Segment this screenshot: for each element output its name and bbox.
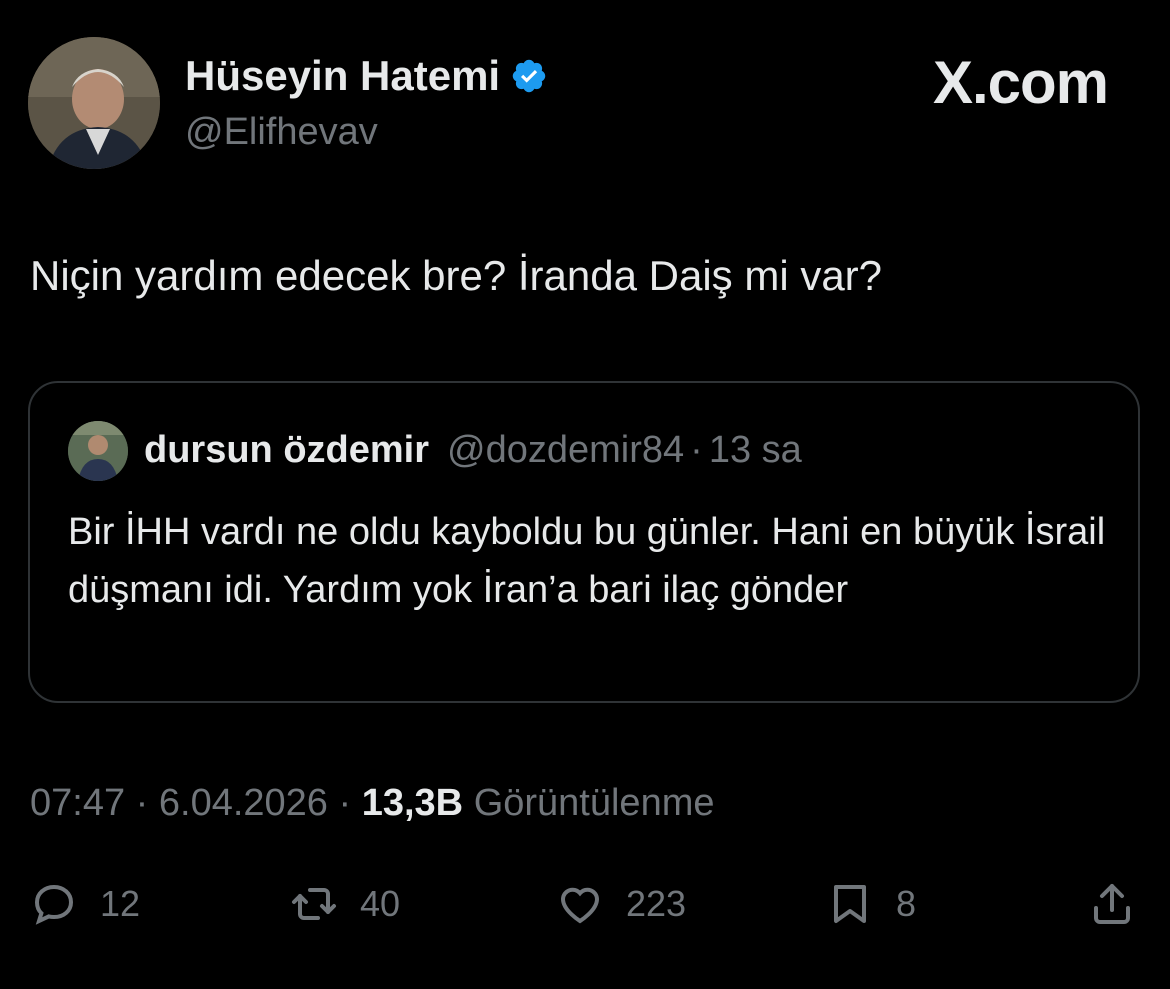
retweet-icon	[292, 888, 336, 920]
like-icon	[560, 887, 600, 924]
meta-separator: ·	[327, 782, 362, 824]
quoted-header: dursun özdemir @dozdemir84 · 13 sa	[144, 429, 802, 472]
quoted-author-handle[interactable]: @dozdemir84	[447, 429, 684, 472]
like-button[interactable]: 223	[556, 878, 686, 930]
quoted-author-name[interactable]: dursun özdemir	[144, 429, 429, 472]
author-name-row: Hüseyin Hatemi	[185, 52, 548, 100]
like-count: 223	[626, 883, 687, 924]
reply-count: 12	[100, 883, 141, 924]
verified-badge-icon	[512, 59, 546, 93]
share-button[interactable]	[1088, 878, 1136, 930]
tweet-text: Niçin yardım edecek bre? İranda Daiş mi …	[30, 252, 883, 299]
author-handle[interactable]: @Elifhevav	[185, 111, 378, 154]
author-display-name[interactable]: Hüseyin Hatemi	[185, 52, 500, 100]
retweet-count: 40	[360, 883, 401, 924]
bookmark-icon	[834, 885, 866, 923]
author-avatar[interactable]	[28, 37, 160, 169]
views-label: Görüntülenme	[473, 782, 715, 824]
share-icon	[1094, 884, 1130, 924]
quoted-tweet-card[interactable]: dursun özdemir @dozdemir84 · 13 sa Bir İ…	[28, 381, 1140, 703]
tweet-date[interactable]: 6.04.2026	[159, 782, 328, 824]
brand-logo: X.com	[932, 49, 1109, 116]
quoted-author-avatar[interactable]	[68, 421, 128, 481]
tweet-time[interactable]: 07:47	[30, 782, 125, 824]
quoted-timestamp[interactable]: 13 sa	[709, 429, 802, 472]
reply-button[interactable]: 12	[30, 878, 140, 930]
tweet-meta: 07:47 · 6.04.2026 · 13,3B Görüntülenme	[30, 782, 715, 825]
views-count: 13,3B	[361, 782, 464, 824]
reply-icon	[34, 884, 74, 925]
meta-separator: ·	[125, 782, 159, 824]
bookmark-button[interactable]: 8	[826, 878, 916, 930]
retweet-button[interactable]: 40	[290, 878, 400, 930]
quoted-separator: ·	[690, 429, 703, 471]
bookmark-count: 8	[896, 883, 917, 924]
quoted-tweet-text: Bir İHH vardı ne oldu kayboldu bu günler…	[68, 511, 1106, 611]
